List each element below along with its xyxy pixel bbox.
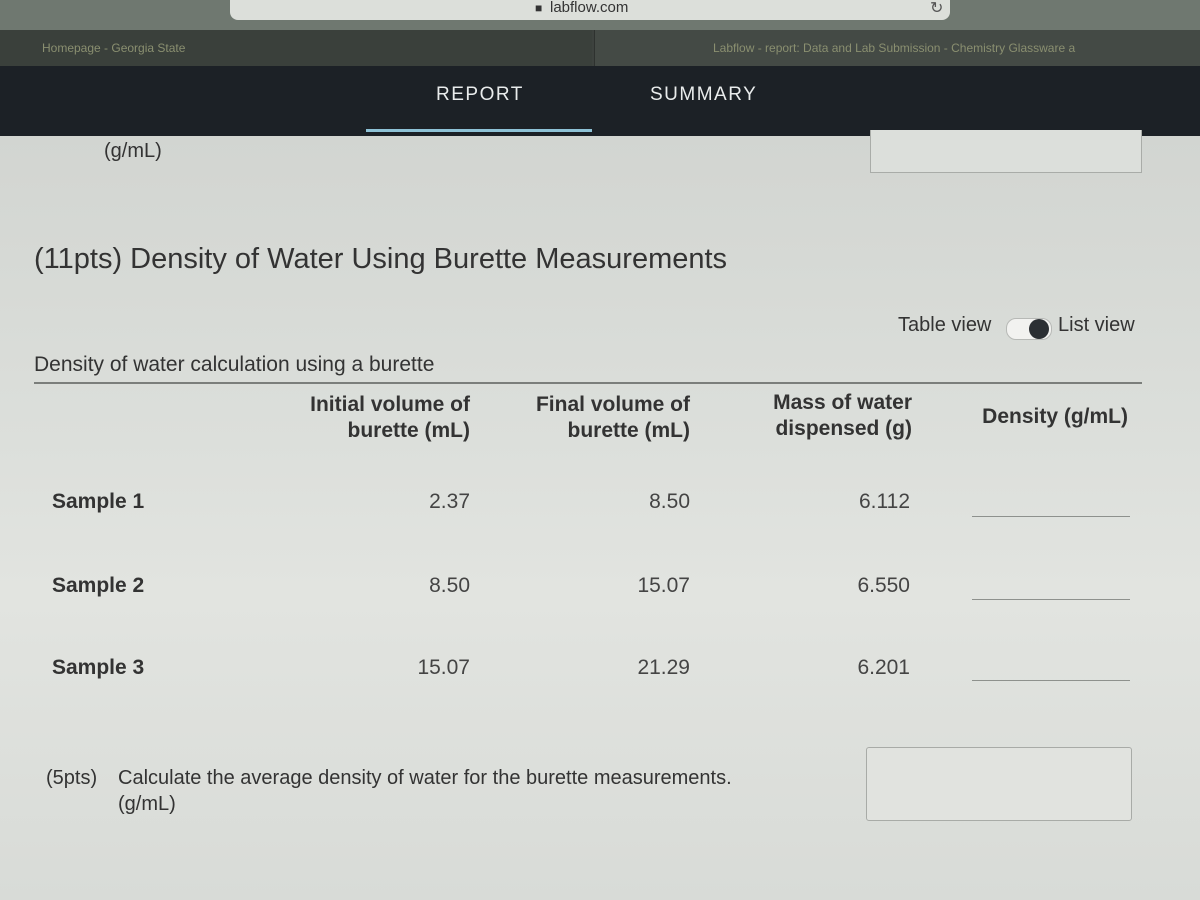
section-title: (11pts) Density of Water Using Burette M… xyxy=(34,243,728,275)
column-header-final-volume: Final volume of burette (mL) xyxy=(480,392,690,444)
row-label-sample-3: Sample 3 xyxy=(52,656,145,679)
table-caption: Density of water calculation using a bur… xyxy=(34,353,435,376)
column-header-line: burette (mL) xyxy=(347,419,471,442)
cell-mass-water: 6.201 xyxy=(857,656,910,679)
tab-report[interactable]: REPORT xyxy=(436,84,524,106)
question-unit: (g/mL) xyxy=(118,793,176,815)
density-input-sample-3[interactable] xyxy=(972,658,1130,681)
cell-mass-water: 6.550 xyxy=(857,574,910,597)
column-header-density: Density (g/mL) xyxy=(940,404,1128,430)
browser-tabstrip: Homepage - Georgia State Labflow - repor… xyxy=(0,30,1200,66)
density-input-sample-2[interactable] xyxy=(972,577,1130,600)
cell-initial-volume: 15.07 xyxy=(417,656,470,679)
tab-summary[interactable]: SUMMARY xyxy=(650,84,757,106)
url-text: labflow.com xyxy=(550,0,629,16)
row-label-sample-1: Sample 1 xyxy=(52,490,145,513)
active-tab-indicator xyxy=(366,129,592,132)
column-header-line: Mass of water xyxy=(773,391,912,414)
density-input-sample-1[interactable] xyxy=(972,494,1130,517)
average-density-answer-field[interactable] xyxy=(866,747,1132,821)
previous-question-unit: (g/mL) xyxy=(104,140,162,162)
cell-initial-volume: 8.50 xyxy=(429,574,470,597)
column-header-line: dispensed (g) xyxy=(775,417,912,440)
address-bar[interactable]: ■ labflow.com ↻ xyxy=(230,0,950,20)
view-toggle-switch[interactable] xyxy=(1006,318,1052,340)
previous-answer-field[interactable] xyxy=(870,130,1142,173)
browser-url-strip: ■ labflow.com ↻ xyxy=(0,0,1200,30)
column-header-line: Density (g/mL) xyxy=(982,405,1128,428)
cell-initial-volume: 2.37 xyxy=(429,490,470,513)
browser-tab-homepage[interactable]: Homepage - Georgia State xyxy=(0,30,592,66)
list-view-label[interactable]: List view xyxy=(1058,314,1135,337)
column-header-initial-volume: Initial volume of burette (mL) xyxy=(250,392,470,444)
column-header-line: Final volume of xyxy=(535,393,690,416)
question-text: Calculate the average density of water f… xyxy=(118,767,732,789)
cell-final-volume: 15.07 xyxy=(637,574,690,597)
cell-final-volume: 8.50 xyxy=(649,490,690,513)
column-header-line: Initial volume of xyxy=(310,393,470,416)
table-view-label[interactable]: Table view xyxy=(898,314,991,337)
toggle-knob xyxy=(1029,319,1049,339)
row-label-sample-2: Sample 2 xyxy=(52,574,145,597)
column-header-line: burette (mL) xyxy=(567,419,691,442)
column-header-mass-water: Mass of water dispensed (g) xyxy=(700,390,912,442)
reload-icon[interactable]: ↻ xyxy=(930,0,943,18)
cell-final-volume: 21.29 xyxy=(637,656,690,679)
caption-divider xyxy=(34,382,1142,384)
lock-icon: ■ xyxy=(535,1,543,15)
cell-mass-water: 6.112 xyxy=(859,490,910,513)
app-nav-bar: REPORT SUMMARY xyxy=(0,66,1200,136)
browser-tab-labflow-report[interactable]: Labflow - report: Data and Lab Submissio… xyxy=(594,30,1200,66)
question-points: (5pts) xyxy=(46,767,98,789)
